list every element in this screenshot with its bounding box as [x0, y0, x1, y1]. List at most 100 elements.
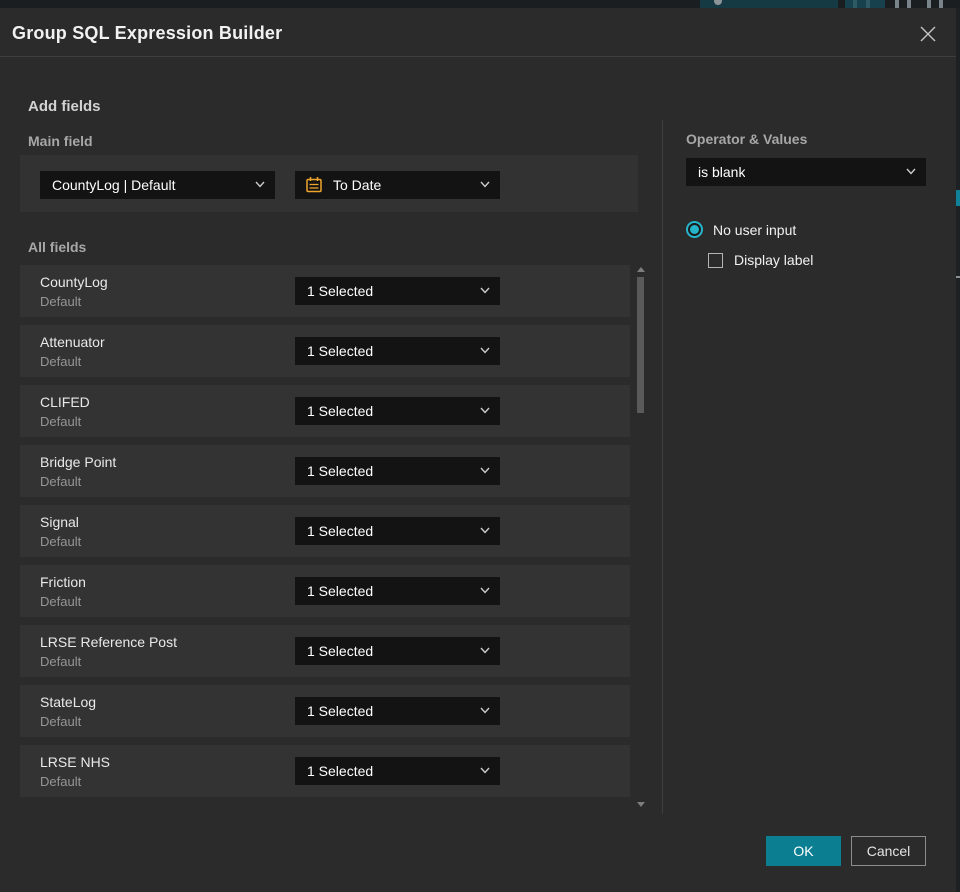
- field-selection-dropdown[interactable]: 1 Selected: [295, 637, 500, 665]
- field-selection-value: 1 Selected: [307, 523, 374, 539]
- field-name: CLIFED: [40, 394, 90, 410]
- field-selection-value: 1 Selected: [307, 343, 374, 359]
- list-item: Attenuator Default 1 Selected: [20, 325, 630, 377]
- live-dot-icon: [714, 0, 722, 5]
- operator-dropdown[interactable]: is blank: [686, 158, 926, 186]
- field-subtitle: Default: [40, 354, 82, 369]
- display-label-checkbox[interactable]: Display label: [708, 252, 813, 268]
- chevron-down-icon: [480, 767, 490, 774]
- pause-bar-icon: [866, 0, 870, 8]
- list-item: CountyLog Default 1 Selected: [20, 265, 630, 317]
- field-selection-value: 1 Selected: [307, 763, 374, 779]
- field-name: LRSE Reference Post: [40, 634, 177, 650]
- add-fields-heading: Add fields: [28, 98, 101, 115]
- chevron-down-icon: [480, 527, 490, 534]
- field-selection-dropdown[interactable]: 1 Selected: [295, 697, 500, 725]
- main-field-dropdown[interactable]: CountyLog | Default: [40, 171, 275, 199]
- list-item: StateLog Default 1 Selected: [20, 685, 630, 737]
- ok-button[interactable]: OK: [766, 836, 841, 866]
- field-selection-dropdown[interactable]: 1 Selected: [295, 757, 500, 785]
- field-selection-dropdown[interactable]: 1 Selected: [295, 277, 500, 305]
- field-name: CountyLog: [40, 274, 108, 290]
- field-name: Friction: [40, 574, 86, 590]
- field-subtitle: Default: [40, 474, 82, 489]
- chevron-down-icon: [480, 467, 490, 474]
- pause-bar-icon: [853, 0, 857, 8]
- field-name: Signal: [40, 514, 79, 530]
- chevron-down-icon: [480, 407, 490, 414]
- screen: Live view Group SQL Expression Builder A…: [0, 0, 960, 892]
- list-scrollbar[interactable]: [634, 263, 648, 813]
- field-subtitle: Default: [40, 294, 82, 309]
- field-name: Attenuator: [40, 334, 105, 350]
- backdrop-top-strip: Live view: [0, 0, 960, 8]
- toolbar-bar-icon: [939, 0, 943, 8]
- field-subtitle: Default: [40, 534, 82, 549]
- field-name: Bridge Point: [40, 454, 117, 470]
- live-view-button[interactable]: Live view: [700, 0, 838, 8]
- backdrop-right-sliver: [956, 8, 960, 892]
- close-button[interactable]: [914, 20, 942, 48]
- panel-divider: [662, 120, 663, 814]
- toolbar-bar-icon: [895, 0, 899, 8]
- radio-icon: [686, 221, 703, 238]
- display-label-label: Display label: [734, 252, 814, 268]
- scroll-up-arrow-icon[interactable]: [637, 267, 645, 272]
- list-item: CLIFED Default 1 Selected: [20, 385, 630, 437]
- chevron-down-icon: [480, 181, 490, 188]
- main-field-date-dropdown[interactable]: To Date: [295, 171, 500, 199]
- field-selection-dropdown[interactable]: 1 Selected: [295, 517, 500, 545]
- field-selection-value: 1 Selected: [307, 283, 374, 299]
- no-user-input-label: No user input: [713, 221, 797, 238]
- field-subtitle: Default: [40, 714, 82, 729]
- scrollbar-thumb[interactable]: [637, 277, 644, 413]
- field-selection-value: 1 Selected: [307, 403, 374, 419]
- list-item: Signal Default 1 Selected: [20, 505, 630, 557]
- list-item: LRSE NHS Default 1 Selected: [20, 745, 630, 797]
- list-item: Bridge Point Default 1 Selected: [20, 445, 630, 497]
- field-selection-dropdown[interactable]: 1 Selected: [295, 577, 500, 605]
- main-field-panel: CountyLog | Default To Date: [20, 155, 638, 212]
- main-field-dropdown-value: CountyLog | Default: [52, 177, 176, 193]
- close-icon: [920, 26, 936, 42]
- chevron-down-icon: [480, 707, 490, 714]
- group-sql-expression-builder-dialog: Group SQL Expression Builder Add fields …: [0, 8, 956, 892]
- field-subtitle: Default: [40, 774, 82, 789]
- calendar-icon: [306, 177, 322, 193]
- all-fields-list: CountyLog Default 1 Selected Attenuator …: [20, 265, 630, 797]
- toolbar-bar-icon: [907, 0, 911, 8]
- field-name: StateLog: [40, 694, 97, 710]
- main-field-label: Main field: [28, 133, 93, 149]
- scroll-down-arrow-icon[interactable]: [637, 802, 645, 807]
- list-item: LRSE Reference Post Default 1 Selected: [20, 625, 630, 677]
- checkbox-icon: [708, 252, 723, 268]
- backdrop-teal-fragment: [956, 190, 960, 206]
- no-user-input-radio[interactable]: No user input: [686, 221, 796, 238]
- chevron-down-icon: [480, 647, 490, 654]
- live-view-label: Live view: [732, 0, 788, 3]
- field-selection-dropdown[interactable]: 1 Selected: [295, 397, 500, 425]
- cancel-button[interactable]: Cancel: [851, 836, 926, 866]
- chevron-down-icon: [906, 168, 916, 175]
- field-selection-value: 1 Selected: [307, 703, 374, 719]
- field-selection-value: 1 Selected: [307, 583, 374, 599]
- operator-dropdown-value: is blank: [698, 164, 746, 180]
- chevron-down-icon: [255, 181, 265, 188]
- field-selection-value: 1 Selected: [307, 463, 374, 479]
- backdrop-toolbar-button: [845, 0, 885, 8]
- field-subtitle: Default: [40, 654, 82, 669]
- list-item: Friction Default 1 Selected: [20, 565, 630, 617]
- field-selection-dropdown[interactable]: 1 Selected: [295, 457, 500, 485]
- all-fields-label: All fields: [28, 239, 87, 255]
- chevron-down-icon: [480, 287, 490, 294]
- dialog-titlebar: Group SQL Expression Builder: [0, 8, 956, 57]
- toolbar-bar-icon: [927, 0, 931, 8]
- operator-values-label: Operator & Values: [686, 131, 808, 147]
- field-subtitle: Default: [40, 414, 82, 429]
- field-subtitle: Default: [40, 594, 82, 609]
- backdrop-line-fragment: [956, 276, 960, 278]
- field-selection-value: 1 Selected: [307, 643, 374, 659]
- field-name: LRSE NHS: [40, 754, 111, 770]
- field-selection-dropdown[interactable]: 1 Selected: [295, 337, 500, 365]
- chevron-down-icon: [480, 587, 490, 594]
